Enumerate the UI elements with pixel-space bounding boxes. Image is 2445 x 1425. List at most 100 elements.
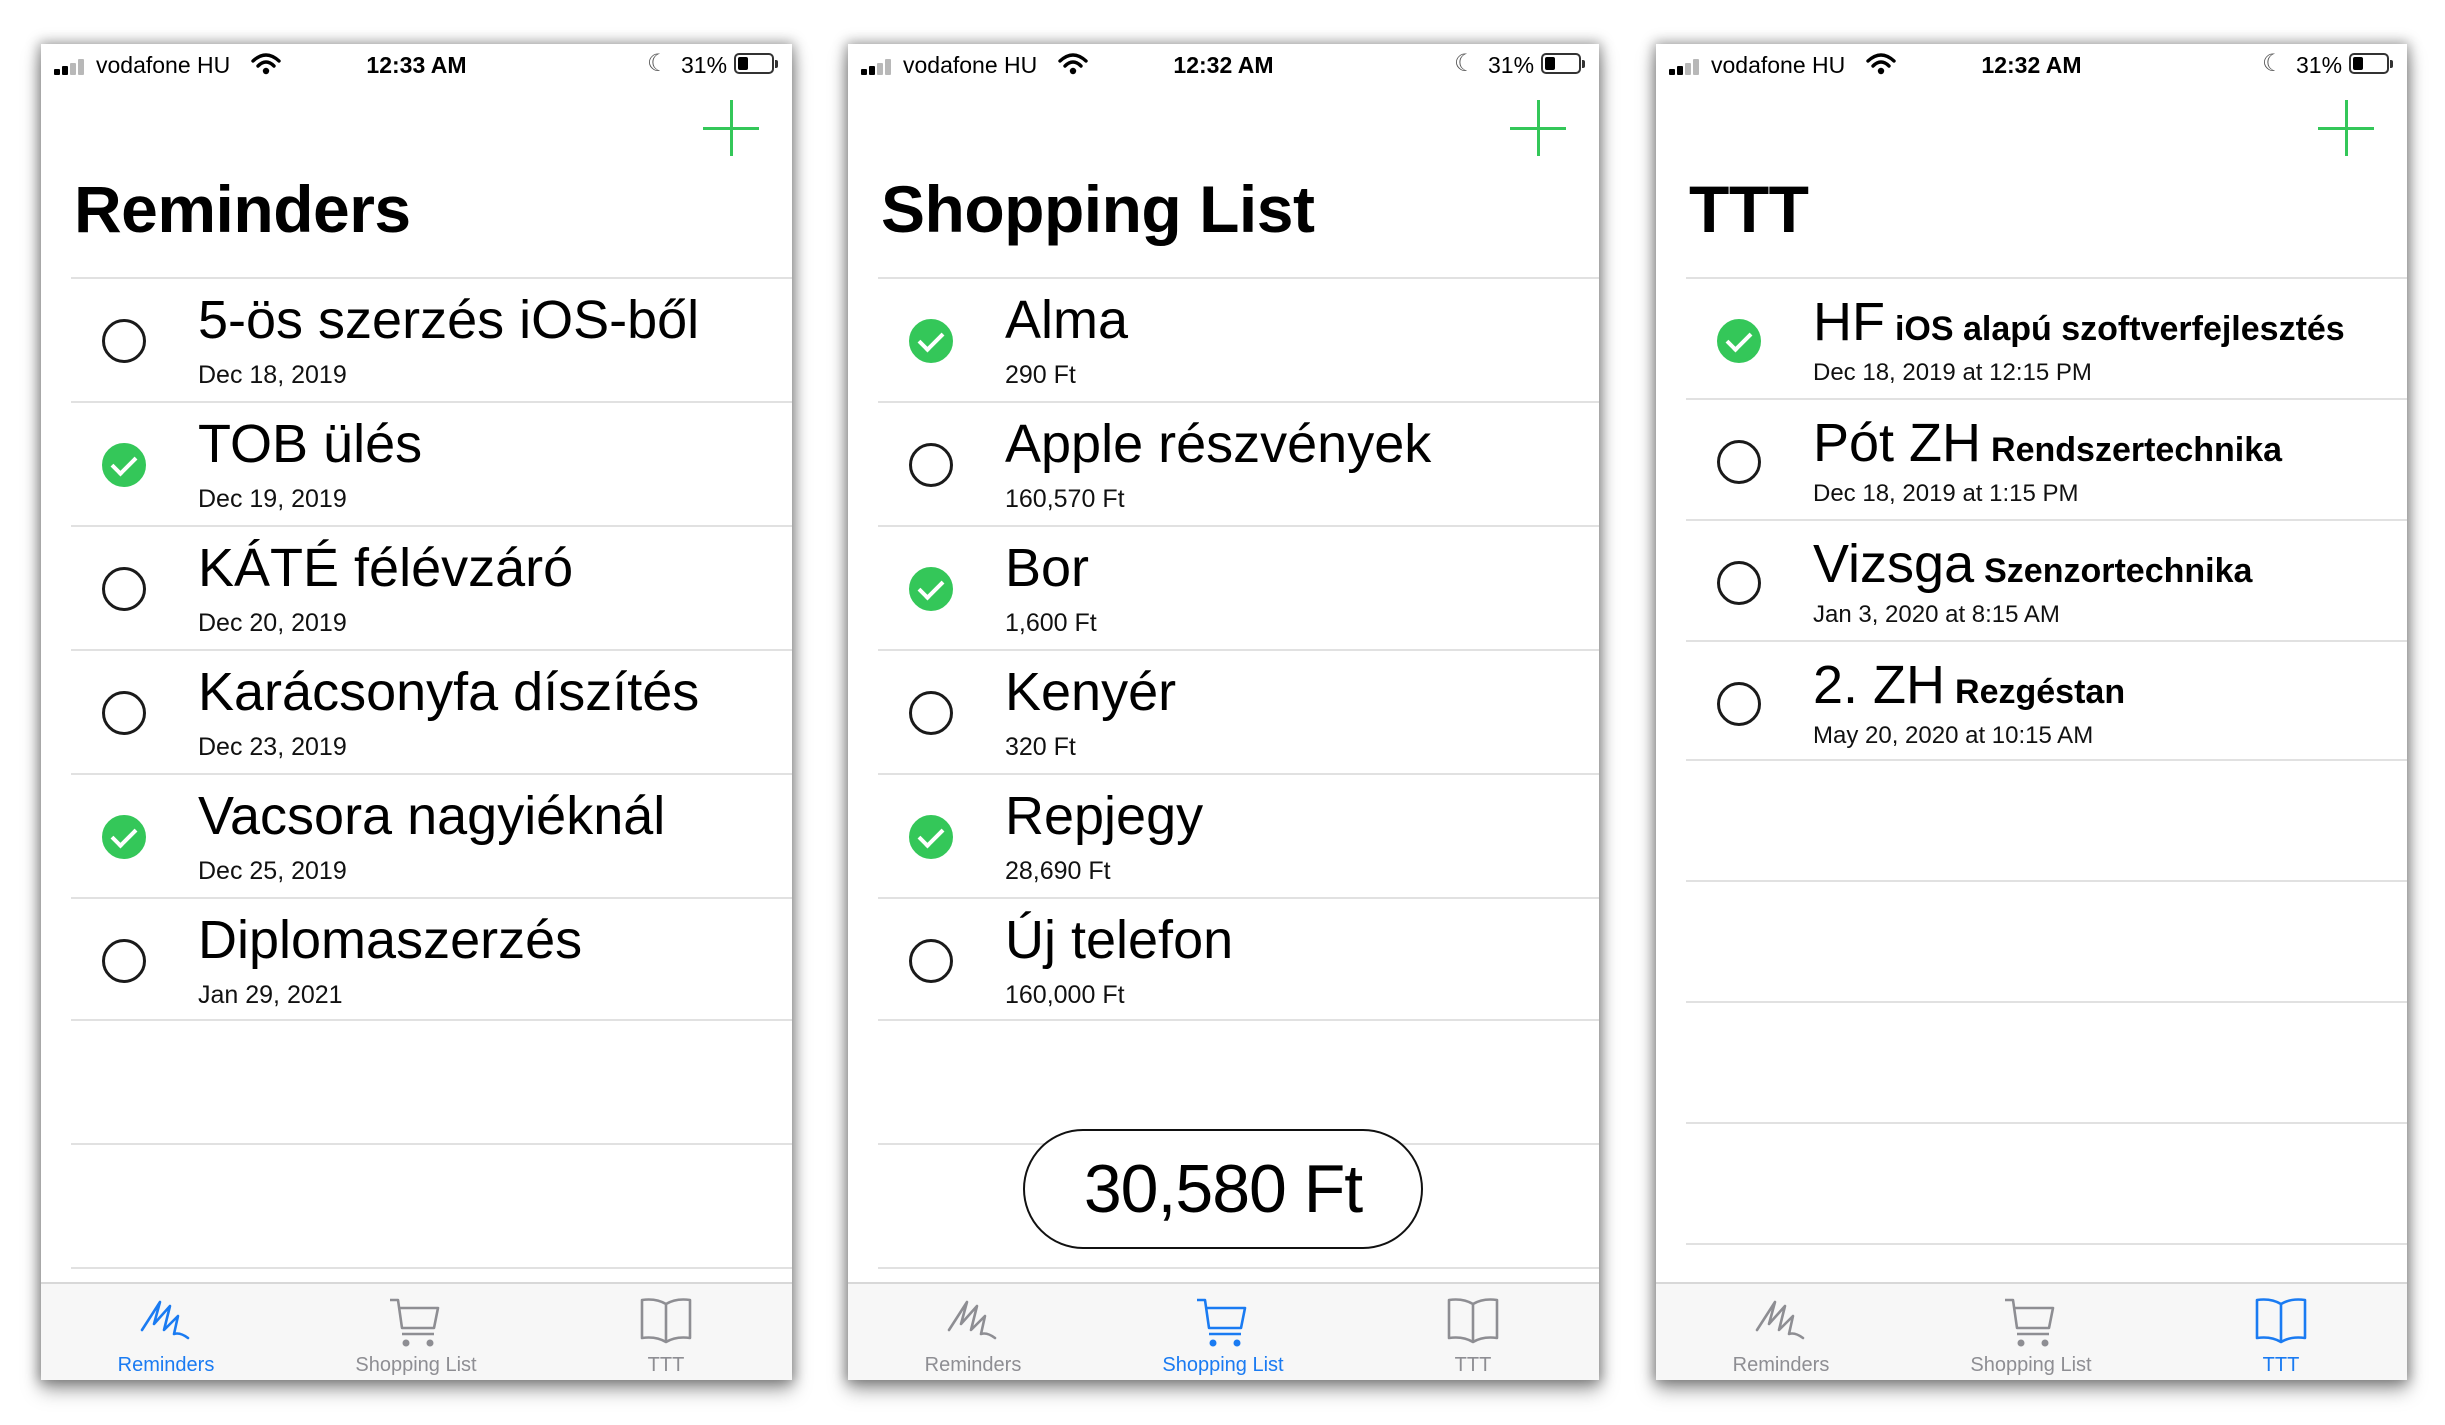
tab-shopping-list[interactable]: Shopping List [291,1284,541,1380]
list-item[interactable]: Kenyér 320 Ft [878,649,1599,773]
item-title: Vacsora nagyiéknál [198,786,666,846]
item-datetime: Jan 3, 2020 at 8:15 AM [1813,601,2060,628]
item-date: Dec 25, 2019 [198,857,347,885]
scribble-icon [947,1300,997,1340]
checkbox[interactable] [909,443,953,487]
page-title: TTT [1689,172,1809,246]
add-button[interactable] [703,100,759,156]
tab-label: TTT [1454,1354,1492,1376]
shopping-list: Alma 290 Ft Apple részvények 160,570 Ft Bo… [878,277,1599,1269]
tab-shopping-list[interactable]: Shopping List [1098,1284,1348,1380]
checkbox[interactable] [1717,440,1761,484]
tab-label: Shopping List [355,1354,477,1376]
checkbox-checked[interactable] [102,443,146,487]
checkbox[interactable] [1717,561,1761,605]
empty-row [1686,1124,2407,1245]
list-item[interactable]: 2. ZH Rezgéstan May 20, 2020 at 10:15 AM [1686,640,2407,761]
list-item[interactable]: Vizsga Szenzortechnika Jan 3, 2020 at 8:15… [1686,519,2407,640]
checkbox-checked[interactable] [1717,319,1761,363]
battery-percent: 31% [2296,52,2343,78]
item-title: TOB ülés [198,414,423,474]
checkbox-checked[interactable] [909,319,953,363]
list-item[interactable]: Karácsonyfa díszítés Dec 23, 2019 [71,649,792,773]
list-item[interactable]: HF iOS alapú szoftverfejlesztés Dec 18, 20… [1686,277,2407,398]
checkbox-checked[interactable] [909,567,953,611]
cart-icon [1197,1298,1247,1347]
tab-ttt[interactable]: TTT [2156,1284,2406,1380]
item-price: 160,000 Ft [1005,981,1125,1009]
moon-icon: ☾ [1454,50,1476,77]
item-title: Új telefon [1005,910,1234,970]
cart-icon [2005,1298,2055,1347]
item-title: Repjegy [1005,786,1204,846]
tab-ttt[interactable]: TTT [1348,1284,1598,1380]
item-date: Dec 18, 2019 [198,361,347,389]
moon-icon: ☾ [647,50,669,77]
list-item[interactable]: Pót ZH Rendszertechnika Dec 18, 2019 at 1:… [1686,398,2407,519]
item-title: KÁTÉ félévzáró [198,538,574,598]
checkbox[interactable] [102,939,146,983]
scribble-icon [1755,1300,1805,1340]
battery-icon [734,53,778,74]
list-item[interactable]: Bor 1,600 Ft [878,525,1599,649]
tab-ttt[interactable]: TTT [541,1284,791,1380]
battery-icon [2349,53,2393,74]
item-description: Szenzortechnika [1984,552,2253,590]
list-item[interactable]: Apple részvények 160,570 Ft [878,401,1599,525]
tab-reminders[interactable]: Reminders [1656,1284,1906,1380]
tab-label: TTT [2262,1354,2300,1376]
item-title: Karácsonyfa díszítés [198,662,700,722]
item-price: 160,570 Ft [1005,485,1125,513]
status-bar: vodafone HU 12:32 AM ☾ 31% [848,44,1599,84]
book-icon [2255,1298,2307,1344]
item-name: 2. ZH [1813,655,1946,715]
checkbox[interactable] [102,319,146,363]
list-item[interactable]: Alma 290 Ft [878,277,1599,401]
empty-row [1686,882,2407,1003]
item-title: Kenyér [1005,662,1177,722]
status-bar: vodafone HU 12:33 AM ☾ 31% [41,44,792,84]
battery-icon [1541,53,1585,74]
item-description: Rendszertechnika [1991,431,2283,469]
checkbox[interactable] [102,691,146,735]
tab-bar: Reminders Shopping List TTT [848,1282,1599,1380]
book-icon [640,1298,692,1344]
list-item[interactable]: Diplomaszerzés Jan 29, 2021 [71,897,792,1021]
item-title: Pót ZH Rendszertechnika [1813,413,2283,473]
list-item[interactable]: KÁTÉ félévzáró Dec 20, 2019 [71,525,792,649]
item-name: Vizsga [1813,534,1975,594]
checkbox-checked[interactable] [102,815,146,859]
tab-label: Reminders [117,1354,215,1376]
item-price: 1,600 Ft [1005,609,1097,637]
item-price: 28,690 Ft [1005,857,1111,885]
checkbox-checked[interactable] [909,815,953,859]
item-title: HF iOS alapú szoftverfejlesztés [1813,292,2345,352]
list-item[interactable]: TOB ülés Dec 19, 2019 [71,401,792,525]
item-title: Apple részvények [1005,414,1432,474]
add-button[interactable] [1510,100,1566,156]
cart-icon [390,1298,440,1347]
tab-label: Reminders [1732,1354,1830,1376]
list-item[interactable]: Repjegy 28,690 Ft [878,773,1599,897]
tab-reminders[interactable]: Reminders [41,1284,291,1380]
list-item[interactable]: Vacsora nagyiéknál Dec 25, 2019 [71,773,792,897]
checkbox[interactable] [1717,682,1761,726]
checkbox[interactable] [909,939,953,983]
tab-reminders[interactable]: Reminders [848,1284,1098,1380]
add-button[interactable] [2318,100,2374,156]
battery-percent: 31% [1488,52,1535,78]
list-item[interactable]: Új telefon 160,000 Ft [878,897,1599,1021]
item-date: Dec 19, 2019 [198,485,347,513]
list-item[interactable]: 5-ös szerzés iOS-ből Dec 18, 2019 [71,277,792,401]
empty-row [1686,1003,2407,1124]
status-bar: vodafone HU 12:32 AM ☾ 31% [1656,44,2407,84]
item-title: Bor [1005,538,1090,598]
checkbox[interactable] [909,691,953,735]
item-datetime: May 20, 2020 at 10:15 AM [1813,722,2094,749]
reminders-screen: vodafone HU 12:33 AM ☾ 31% Reminders 5-ö… [41,44,792,1380]
tab-label: Reminders [924,1354,1022,1376]
ttt-screen: vodafone HU 12:32 AM ☾ 31% TTT HF iOS ala… [1656,44,2407,1380]
tab-shopping-list[interactable]: Shopping List [1906,1284,2156,1380]
checkbox[interactable] [102,567,146,611]
item-title: 5-ös szerzés iOS-ből [198,290,700,350]
